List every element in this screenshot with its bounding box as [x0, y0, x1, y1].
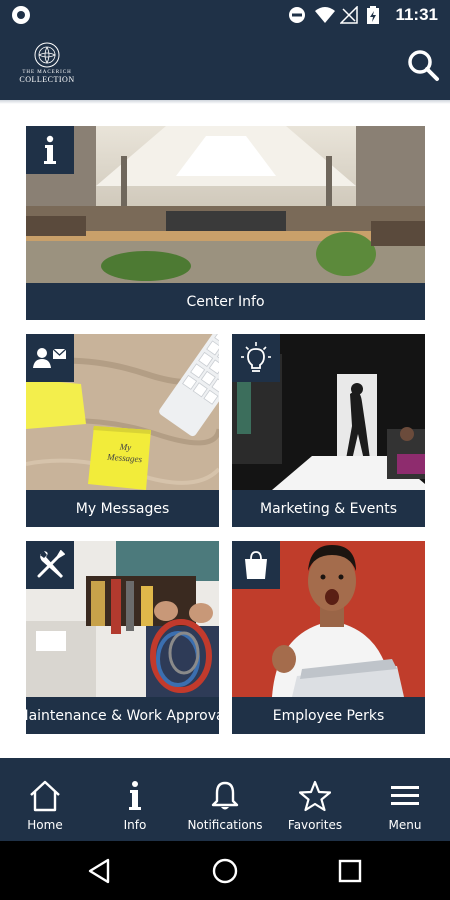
- tile-badge: [232, 541, 280, 589]
- nav-label: Menu: [388, 818, 422, 832]
- tile-label: My Messages: [26, 490, 219, 527]
- app-logo: THE MACERICH COLLECTION: [18, 42, 76, 88]
- tile-label: Marketing & Events: [232, 490, 425, 527]
- nav-label: Home: [27, 818, 63, 832]
- logo-text: COLLECTION: [19, 75, 75, 84]
- home-circle-icon[interactable]: [211, 857, 239, 885]
- nav-notifications[interactable]: Notifications: [180, 758, 270, 841]
- back-icon[interactable]: [86, 857, 114, 885]
- tile-employee-perks[interactable]: Employee Perks: [232, 541, 425, 734]
- tile-center-info[interactable]: Center Info: [26, 126, 425, 320]
- info-icon: [129, 781, 141, 810]
- tile-label: Maintenance & Work Approval: [26, 697, 219, 734]
- tile-badge: [26, 541, 74, 589]
- signal-icon: [340, 6, 358, 24]
- logo-emblem-icon: [34, 42, 60, 68]
- status-time: 11:31: [395, 5, 438, 24]
- shopping-bag-icon: [245, 551, 267, 579]
- search-icon[interactable]: [406, 48, 440, 82]
- tile-label: Employee Perks: [232, 697, 425, 734]
- nav-info[interactable]: Info: [90, 758, 180, 841]
- contact-mail-icon: [33, 348, 67, 368]
- wifi-icon: [315, 7, 335, 23]
- lightbulb-icon: [241, 342, 271, 372]
- tile-my-messages[interactable]: My Messages My Messages: [26, 334, 219, 527]
- tile-marketing-events[interactable]: Marketing & Events: [232, 334, 425, 527]
- do-not-disturb-icon: [289, 7, 305, 23]
- status-bar: 11:31: [0, 0, 450, 30]
- recents-icon[interactable]: [336, 857, 364, 885]
- star-icon: [299, 780, 331, 812]
- nav-home[interactable]: Home: [0, 758, 90, 841]
- nav-menu[interactable]: Menu: [360, 758, 450, 841]
- app-bar-shadow: [0, 100, 450, 104]
- tile-badge: [26, 126, 74, 174]
- notification-dot-icon: [12, 6, 30, 24]
- tile-badge: [232, 334, 280, 382]
- nav-label: Favorites: [287, 818, 343, 832]
- mall-interior-image: [26, 126, 425, 283]
- hamburger-menu-icon: [391, 786, 419, 805]
- nav-label: Notifications: [187, 818, 263, 832]
- system-navigation-bar: [0, 841, 450, 900]
- sticky-note-text: My Messages: [106, 441, 143, 465]
- tools-icon: [37, 550, 65, 578]
- tile-badge: [26, 334, 74, 382]
- home-icon: [30, 780, 60, 812]
- bottom-navigation: Home Info Notifications Favorites Menu: [0, 758, 450, 841]
- nav-favorites[interactable]: Favorites: [270, 758, 360, 841]
- tile-label: Center Info: [26, 283, 425, 320]
- tile-maintenance-work-approval[interactable]: Maintenance & Work Approval: [26, 541, 219, 734]
- app-bar: THE MACERICH COLLECTION: [0, 30, 450, 100]
- bell-icon: [211, 781, 239, 810]
- info-icon: [44, 135, 56, 164]
- battery-icon: [367, 6, 379, 24]
- nav-label: Info: [123, 818, 147, 832]
